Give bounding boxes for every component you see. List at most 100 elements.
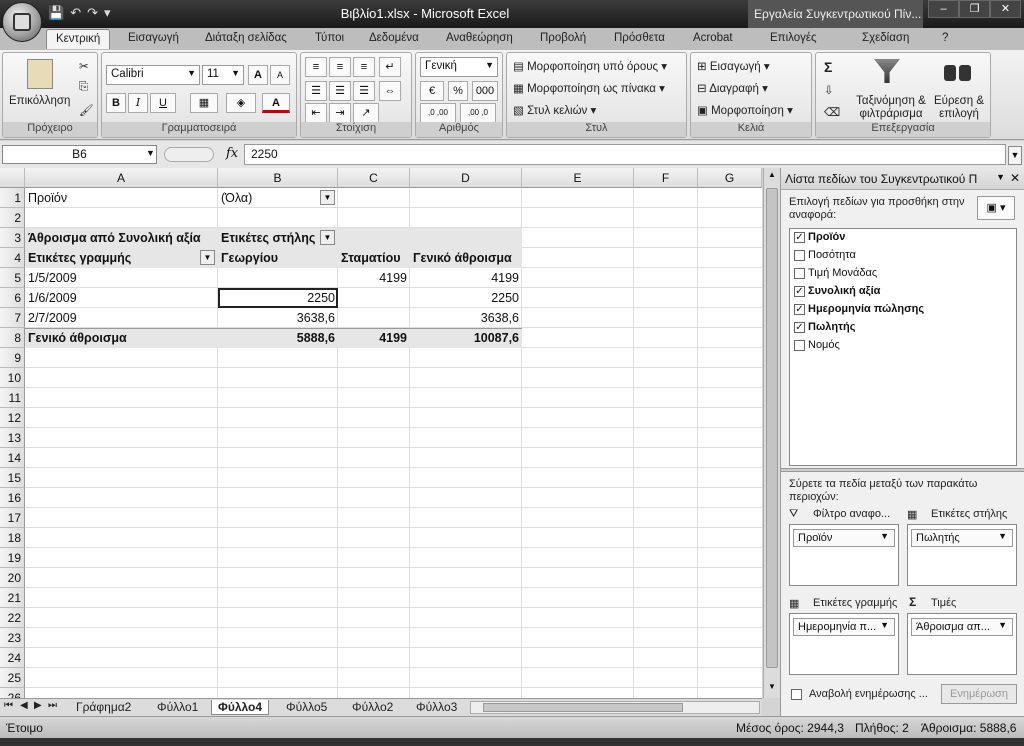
pivot-cell[interactable]: 4199 (338, 268, 410, 288)
row-header[interactable]: 7 (0, 308, 25, 328)
row-header[interactable]: 21 (0, 588, 25, 608)
insert-function-button[interactable]: fx (226, 146, 238, 161)
field-total-value[interactable]: ✓ Συνολική αξία (794, 285, 880, 297)
bold-button[interactable]: B (106, 93, 126, 113)
col-header-c[interactable]: C (338, 168, 410, 188)
formula-bar-splitter[interactable] (164, 147, 214, 162)
conditional-formatting-button[interactable]: ▤ Μορφοποίηση υπό όρους ▾ (513, 59, 667, 73)
help-icon[interactable]: ? (942, 32, 948, 44)
align-bottom-icon[interactable]: ≡ (353, 57, 375, 77)
tab-insert[interactable]: Εισαγωγή (128, 32, 179, 44)
align-right-icon[interactable]: ☰ (353, 81, 375, 101)
vertical-scrollbar[interactable]: ▲ ▼ (763, 168, 780, 698)
chevron-down-icon[interactable]: ▼ (880, 531, 889, 541)
row-header[interactable]: 8 (0, 328, 25, 348)
delete-cells-button[interactable]: ⊟ Διαγραφή ▾ (697, 81, 768, 95)
checkbox-icon[interactable]: ✓ (794, 231, 805, 243)
row-field-chip[interactable]: Ημερομηνία π... ▼ (793, 618, 895, 636)
sheet-nav-first-icon[interactable]: ⏮ (4, 700, 13, 711)
pivot-col-header[interactable]: Γενικό άθροισμα (410, 248, 522, 268)
sheet-nav-next-icon[interactable]: ▶ (34, 700, 42, 711)
format-cells-button[interactable]: ▣ Μορφοποίηση ▾ (697, 103, 793, 117)
scroll-thumb[interactable] (766, 188, 778, 668)
find-select-button[interactable]: Εύρεση & επιλογή (930, 95, 988, 121)
tab-data[interactable]: Δεδομένα (369, 32, 419, 44)
row-header[interactable]: 13 (0, 428, 25, 448)
wrap-text-icon[interactable]: ↵ (379, 57, 401, 77)
field-sale-date[interactable]: ✓ Ημερομηνία πώλησης (794, 303, 924, 315)
pivot-row-label[interactable]: 1/5/2009 (25, 268, 218, 288)
decrease-decimal-button[interactable]: ,00 ,0 (460, 103, 496, 123)
currency-icon[interactable]: € (420, 81, 444, 101)
row-labels-area[interactable]: Ημερομηνία π... ▼ (789, 613, 899, 675)
report-filter-area[interactable]: Προϊόν ▼ (789, 524, 899, 586)
row-header[interactable]: 5 (0, 268, 25, 288)
underline-button[interactable]: U (150, 93, 176, 113)
filter-field-chip[interactable]: Προϊόν ▼ (793, 529, 895, 547)
orientation-icon[interactable]: ↗ (353, 103, 379, 123)
row-header[interactable]: 24 (0, 648, 25, 668)
expand-formula-bar-icon[interactable]: ▼ (1008, 146, 1022, 165)
values-area[interactable]: Άθροισμα απ... ▼ (907, 613, 1017, 675)
col-header-d[interactable]: D (410, 168, 522, 188)
pivot-cell[interactable]: 2250 (410, 288, 522, 308)
pivot-cell[interactable]: 3638,6 (218, 308, 338, 328)
values-field-chip[interactable]: Άθροισμα απ... ▼ (911, 618, 1013, 636)
row-header[interactable]: 4 (0, 248, 25, 268)
row-header[interactable]: 15 (0, 468, 25, 488)
cell-styles-button[interactable]: ▧ Στυλ κελιών ▾ (513, 103, 596, 117)
row-header[interactable]: 9 (0, 348, 25, 368)
checkbox-icon[interactable]: ✓ (794, 321, 805, 333)
checkbox-icon[interactable]: ✓ (794, 303, 805, 315)
percent-button[interactable]: % (448, 81, 468, 101)
name-box[interactable]: B6 (2, 145, 157, 164)
row-header[interactable]: 20 (0, 568, 25, 588)
defer-update-checkbox[interactable] (791, 689, 802, 700)
pivot-cell[interactable] (218, 268, 338, 288)
tab-options[interactable]: Επιλογές (770, 32, 817, 44)
fill-color-icon[interactable]: ◈ (226, 93, 256, 113)
pivot-col-header[interactable]: Γεωργίου (218, 248, 338, 268)
row-header[interactable]: 11 (0, 388, 25, 408)
sheet-tab[interactable]: Φύλλο1 (157, 700, 198, 714)
shrink-font-button[interactable]: A (270, 65, 290, 85)
cut-icon[interactable]: ✂ (79, 59, 89, 73)
sheet-tab[interactable]: Φύλλο5 (286, 700, 327, 714)
column-labels-area[interactable]: Πωλητής ▼ (907, 524, 1017, 586)
tab-acrobat[interactable]: Acrobat (693, 32, 733, 44)
checkbox-icon[interactable] (794, 339, 805, 351)
formula-input[interactable]: 2250 (244, 144, 1006, 165)
align-top-icon[interactable]: ≡ (305, 57, 327, 77)
merge-icon[interactable]: ⇔ (379, 81, 401, 101)
sheet-tab-active[interactable]: Φύλλο4 (211, 700, 270, 715)
align-center-icon[interactable]: ☰ (329, 81, 351, 101)
pivot-grand-total-cell[interactable]: 5888,6 (218, 328, 338, 348)
pivot-cell[interactable]: 3638,6 (410, 308, 522, 328)
tab-page-layout[interactable]: Διάταξη σελίδας (205, 32, 287, 44)
field-seller[interactable]: ✓ Πωλητής (794, 321, 855, 333)
align-middle-icon[interactable]: ≡ (329, 57, 351, 77)
row-header[interactable]: 2 (0, 208, 25, 228)
chevron-down-icon[interactable]: ▼ (880, 620, 889, 630)
format-painter-icon[interactable]: 🖌 (79, 103, 94, 117)
row-header[interactable]: 25 (0, 668, 25, 688)
filter-dropdown-icon[interactable]: ▼ (320, 190, 335, 205)
field-quantity[interactable]: Ποσότητα (794, 249, 856, 261)
insert-cells-button[interactable]: ⊞ Εισαγωγή ▾ (697, 59, 770, 73)
checkbox-icon[interactable]: ✓ (794, 285, 805, 297)
sheet-nav-last-icon[interactable]: ⏭ (48, 700, 57, 711)
font-color-button[interactable]: A (262, 93, 290, 113)
row-header[interactable]: 16 (0, 488, 25, 508)
office-button[interactable] (2, 2, 42, 42)
col-header-f[interactable]: F (634, 168, 698, 188)
tab-review[interactable]: Αναθεώρηση (446, 32, 513, 44)
col-header-e[interactable]: E (522, 168, 634, 188)
row-header[interactable]: 14 (0, 448, 25, 468)
increase-decimal-button[interactable]: ,0 ,00 (420, 103, 456, 123)
italic-button[interactable]: I (128, 93, 148, 113)
clear-icon[interactable]: ⌫ (824, 105, 840, 119)
sheet-tab[interactable]: Γράφημα2 (76, 700, 131, 714)
row-header[interactable]: 19 (0, 548, 25, 568)
pivot-row-label[interactable]: 2/7/2009 (25, 308, 218, 328)
borders-icon[interactable]: ▦ (190, 93, 218, 113)
